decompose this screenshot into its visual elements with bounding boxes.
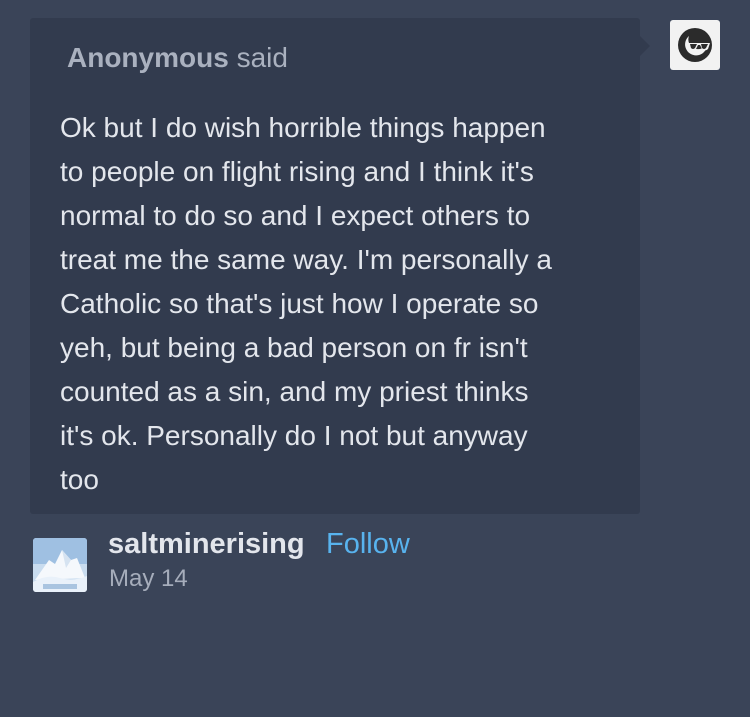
question-text: Ok but I do wish horrible things happen … — [60, 112, 552, 495]
asker-verb: said — [236, 42, 288, 73]
asker-line: Anonymous said — [67, 42, 288, 74]
anonymous-avatar[interactable] — [670, 20, 720, 70]
ask-bubble: Anonymous said Ok but I do wish horrible… — [30, 18, 650, 514]
follow-button[interactable]: Follow — [326, 528, 410, 561]
asker-name[interactable]: Anonymous — [67, 42, 229, 73]
answerer-avatar[interactable] — [33, 538, 87, 592]
answerer-username[interactable]: saltminerising — [108, 528, 305, 561]
anonymous-sunglasses-icon — [678, 28, 712, 62]
mountain-avatar-icon — [33, 538, 87, 592]
post-date: May 14 — [109, 565, 188, 592]
